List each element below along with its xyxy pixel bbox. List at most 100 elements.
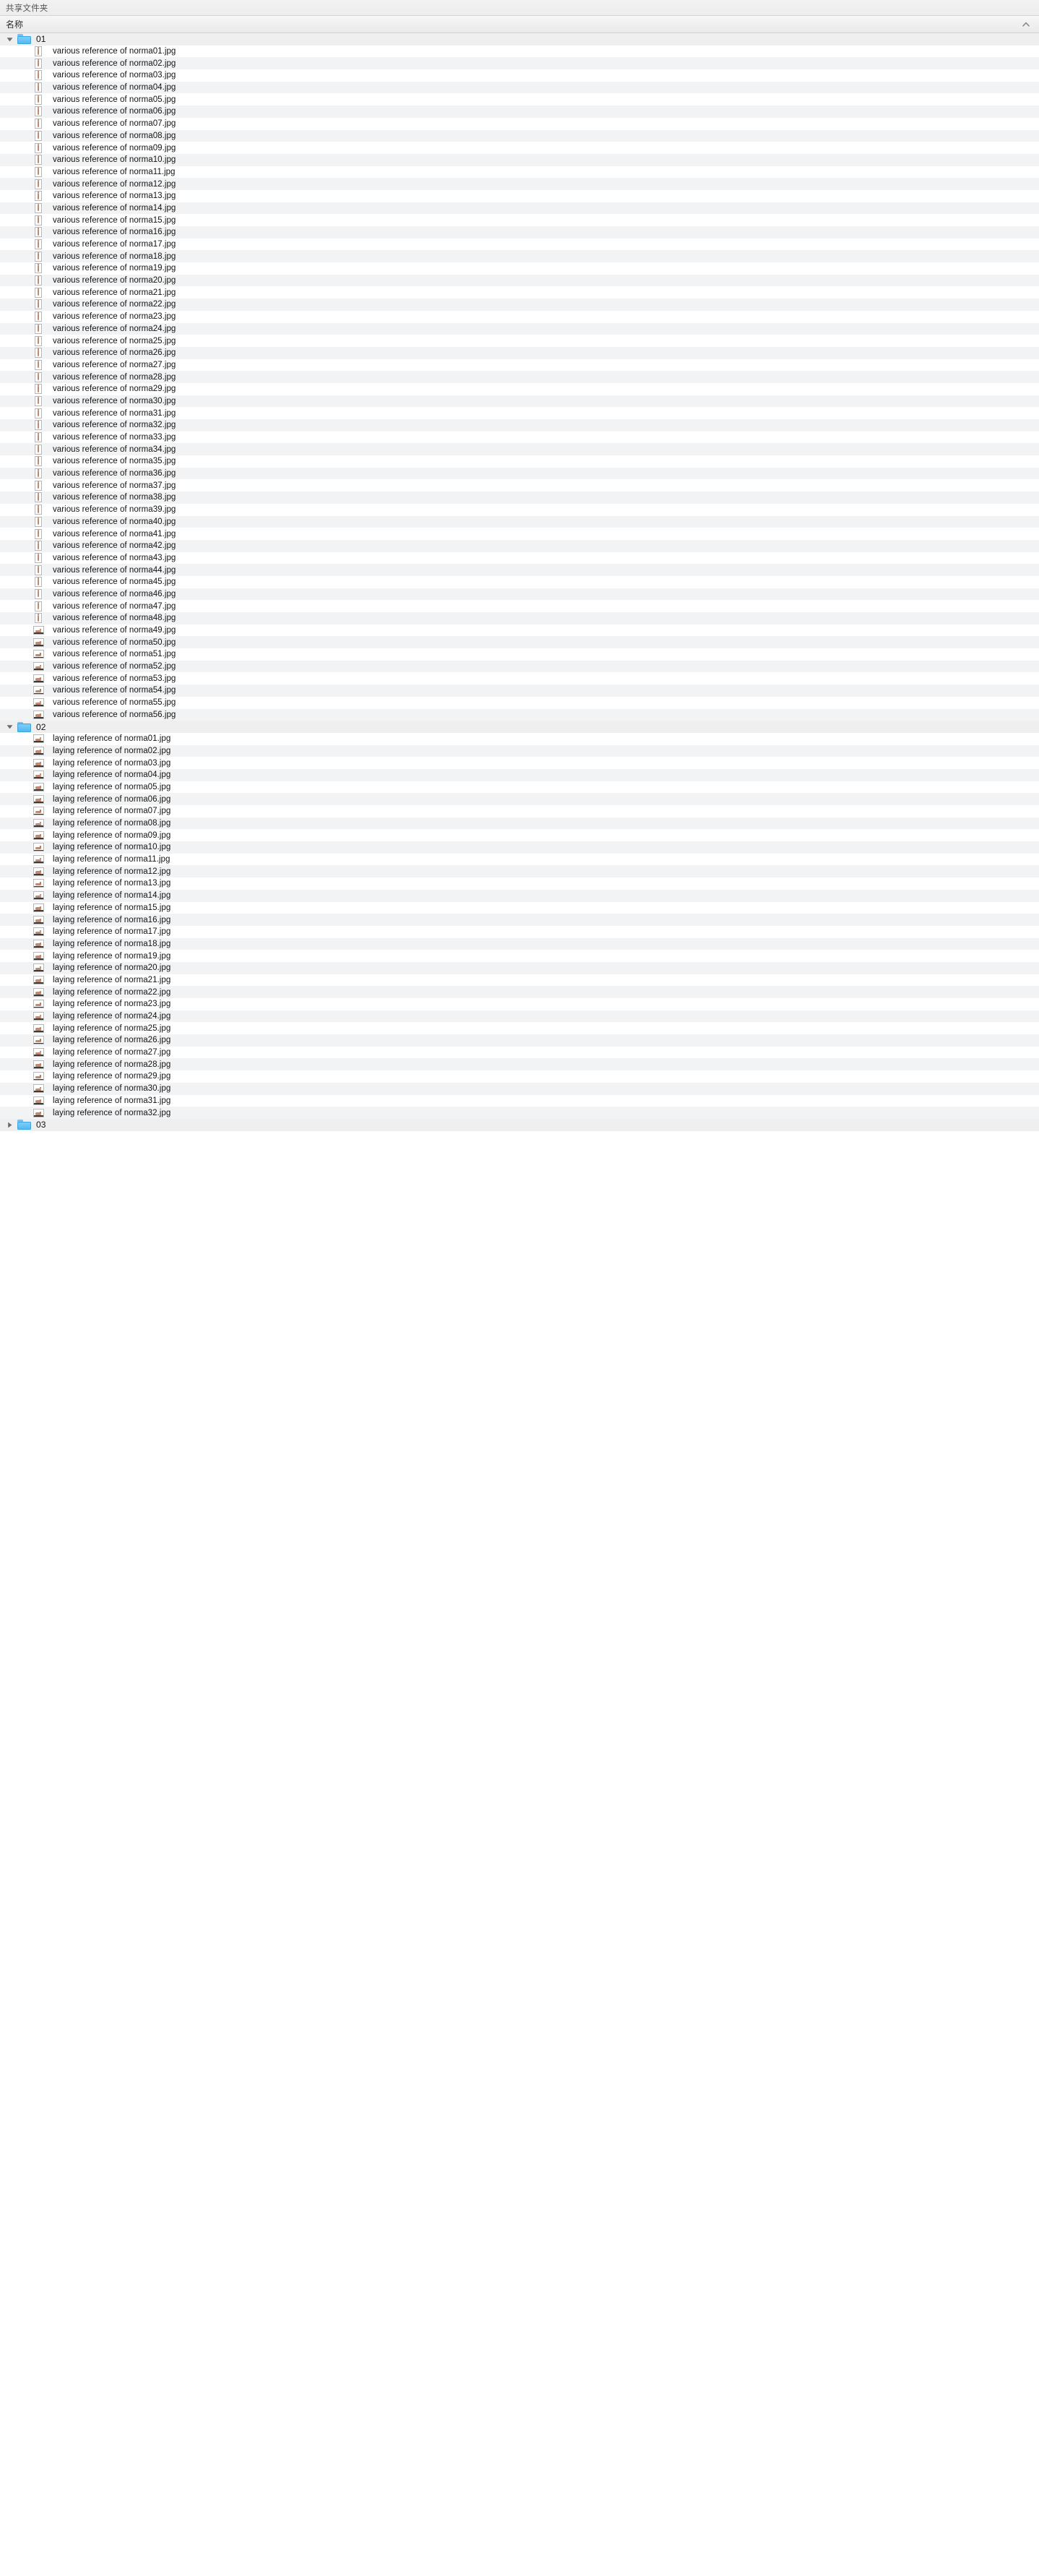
file-row[interactable]: various reference of norma42.jpg <box>0 539 1039 552</box>
file-row[interactable]: various reference of norma34.jpg <box>0 443 1039 456</box>
file-row[interactable]: laying reference of norma26.jpg <box>0 1034 1039 1047</box>
file-row[interactable]: various reference of norma56.jpg <box>0 708 1039 721</box>
file-row[interactable]: various reference of norma04.jpg <box>0 81 1039 94</box>
file-row[interactable]: various reference of norma22.jpg <box>0 299 1039 311</box>
file-row[interactable]: laying reference of norma19.jpg <box>0 950 1039 962</box>
triangle-down-icon[interactable] <box>1 723 17 731</box>
file-row[interactable]: various reference of norma17.jpg <box>0 238 1039 251</box>
file-row[interactable]: various reference of norma21.jpg <box>0 286 1039 299</box>
file-row[interactable]: various reference of norma46.jpg <box>0 588 1039 601</box>
file-row[interactable]: various reference of norma27.jpg <box>0 359 1039 372</box>
file-row[interactable]: various reference of norma44.jpg <box>0 564 1039 576</box>
file-row[interactable]: various reference of norma26.jpg <box>0 346 1039 359</box>
file-row[interactable]: various reference of norma11.jpg <box>0 166 1039 179</box>
file-row[interactable]: laying reference of norma14.jpg <box>0 889 1039 902</box>
file-row[interactable]: laying reference of norma20.jpg <box>0 961 1039 974</box>
column-header-name[interactable]: 名称 <box>0 16 1039 33</box>
file-row[interactable]: various reference of norma48.jpg <box>0 612 1039 624</box>
file-row[interactable]: laying reference of norma07.jpg <box>0 805 1039 817</box>
file-row[interactable]: laying reference of norma05.jpg <box>0 781 1039 794</box>
file-row[interactable]: various reference of norma31.jpg <box>0 407 1039 419</box>
file-row[interactable]: various reference of norma10.jpg <box>0 153 1039 166</box>
file-row[interactable]: various reference of norma40.jpg <box>0 515 1039 528</box>
folder-row[interactable]: 03 <box>0 1118 1039 1131</box>
file-row[interactable]: various reference of norma30.jpg <box>0 395 1039 408</box>
file-row[interactable]: various reference of norma24.jpg <box>0 322 1039 335</box>
file-row[interactable]: various reference of norma55.jpg <box>0 696 1039 709</box>
file-row[interactable]: various reference of norma50.jpg <box>0 636 1039 649</box>
file-row[interactable]: laying reference of norma06.jpg <box>0 793 1039 805</box>
file-row[interactable]: laying reference of norma13.jpg <box>0 877 1039 890</box>
file-row[interactable]: various reference of norma06.jpg <box>0 106 1039 118</box>
file-row[interactable]: laying reference of norma10.jpg <box>0 841 1039 854</box>
file-row[interactable]: laying reference of norma17.jpg <box>0 925 1039 938</box>
file-row[interactable]: various reference of norma45.jpg <box>0 575 1039 588</box>
file-name: various reference of norma22.jpg <box>53 300 176 309</box>
file-row[interactable]: various reference of norma41.jpg <box>0 528 1039 540</box>
file-row[interactable]: laying reference of norma01.jpg <box>0 732 1039 745</box>
file-row[interactable]: laying reference of norma27.jpg <box>0 1046 1039 1059</box>
file-row[interactable]: various reference of norma37.jpg <box>0 479 1039 492</box>
file-row[interactable]: various reference of norma16.jpg <box>0 226 1039 239</box>
file-row[interactable]: laying reference of norma18.jpg <box>0 937 1039 950</box>
file-row[interactable]: various reference of norma20.jpg <box>0 274 1039 287</box>
file-row[interactable]: various reference of norma13.jpg <box>0 189 1039 202</box>
file-row[interactable]: various reference of norma01.jpg <box>0 45 1039 58</box>
file-row[interactable]: laying reference of norma09.jpg <box>0 829 1039 842</box>
file-row[interactable]: various reference of norma23.jpg <box>0 310 1039 323</box>
file-row[interactable]: various reference of norma43.jpg <box>0 551 1039 564</box>
file-row[interactable]: various reference of norma03.jpg <box>0 69 1039 82</box>
file-row[interactable]: various reference of norma28.jpg <box>0 371 1039 383</box>
file-row[interactable]: various reference of norma19.jpg <box>0 262 1039 275</box>
file-row[interactable]: various reference of norma39.jpg <box>0 503 1039 516</box>
file-row[interactable]: various reference of norma38.jpg <box>0 491 1039 504</box>
file-row[interactable]: various reference of norma53.jpg <box>0 672 1039 685</box>
file-row[interactable]: various reference of norma35.jpg <box>0 455 1039 468</box>
triangle-right-icon[interactable] <box>1 1121 17 1129</box>
file-row[interactable]: various reference of norma09.jpg <box>0 142 1039 154</box>
file-row[interactable]: laying reference of norma23.jpg <box>0 998 1039 1010</box>
triangle-down-icon[interactable] <box>1 35 17 43</box>
file-row[interactable]: various reference of norma05.jpg <box>0 93 1039 106</box>
file-name: various reference of norma32.jpg <box>53 421 176 430</box>
file-row[interactable]: various reference of norma25.jpg <box>0 335 1039 347</box>
file-row[interactable]: laying reference of norma02.jpg <box>0 744 1039 757</box>
file-row[interactable]: laying reference of norma28.jpg <box>0 1058 1039 1071</box>
file-row[interactable]: various reference of norma14.jpg <box>0 202 1039 215</box>
file-tree-list[interactable]: 01 various reference of norma01.jpg variou… <box>0 33 1039 1131</box>
file-row[interactable]: laying reference of norma16.jpg <box>0 914 1039 926</box>
folder-row[interactable]: 02 <box>0 721 1039 733</box>
file-row[interactable]: laying reference of norma08.jpg <box>0 817 1039 830</box>
file-row[interactable]: laying reference of norma12.jpg <box>0 865 1039 878</box>
file-row[interactable]: various reference of norma18.jpg <box>0 250 1039 263</box>
file-row[interactable]: laying reference of norma03.jpg <box>0 757 1039 769</box>
file-row[interactable]: laying reference of norma32.jpg <box>0 1107 1039 1119</box>
file-row[interactable]: various reference of norma47.jpg <box>0 600 1039 612</box>
file-row[interactable]: laying reference of norma11.jpg <box>0 853 1039 866</box>
file-row[interactable]: various reference of norma12.jpg <box>0 178 1039 190</box>
file-row[interactable]: various reference of norma02.jpg <box>0 57 1039 70</box>
file-row[interactable]: laying reference of norma31.jpg <box>0 1094 1039 1107</box>
file-row[interactable]: laying reference of norma24.jpg <box>0 1010 1039 1023</box>
file-row[interactable]: various reference of norma15.jpg <box>0 214 1039 226</box>
file-row[interactable]: various reference of norma29.jpg <box>0 382 1039 395</box>
file-name: laying reference of norma32.jpg <box>53 1108 171 1117</box>
file-row[interactable]: various reference of norma54.jpg <box>0 684 1039 697</box>
file-row[interactable]: various reference of norma36.jpg <box>0 467 1039 480</box>
file-row[interactable]: various reference of norma08.jpg <box>0 129 1039 142</box>
file-row[interactable]: laying reference of norma04.jpg <box>0 768 1039 781</box>
file-row[interactable]: laying reference of norma22.jpg <box>0 986 1039 998</box>
file-row[interactable]: laying reference of norma29.jpg <box>0 1070 1039 1083</box>
file-row[interactable]: various reference of norma51.jpg <box>0 648 1039 661</box>
file-row[interactable]: various reference of norma07.jpg <box>0 117 1039 130</box>
file-row[interactable]: various reference of norma32.jpg <box>0 419 1039 432</box>
file-row[interactable]: laying reference of norma21.jpg <box>0 974 1039 987</box>
file-row[interactable]: various reference of norma52.jpg <box>0 660 1039 673</box>
file-row[interactable]: laying reference of norma15.jpg <box>0 901 1039 914</box>
file-row[interactable]: various reference of norma33.jpg <box>0 431 1039 444</box>
chevron-up-icon[interactable] <box>1022 20 1030 29</box>
folder-row[interactable]: 01 <box>0 33 1039 46</box>
file-row[interactable]: laying reference of norma25.jpg <box>0 1022 1039 1035</box>
file-row[interactable]: various reference of norma49.jpg <box>0 624 1039 637</box>
file-row[interactable]: laying reference of norma30.jpg <box>0 1082 1039 1095</box>
